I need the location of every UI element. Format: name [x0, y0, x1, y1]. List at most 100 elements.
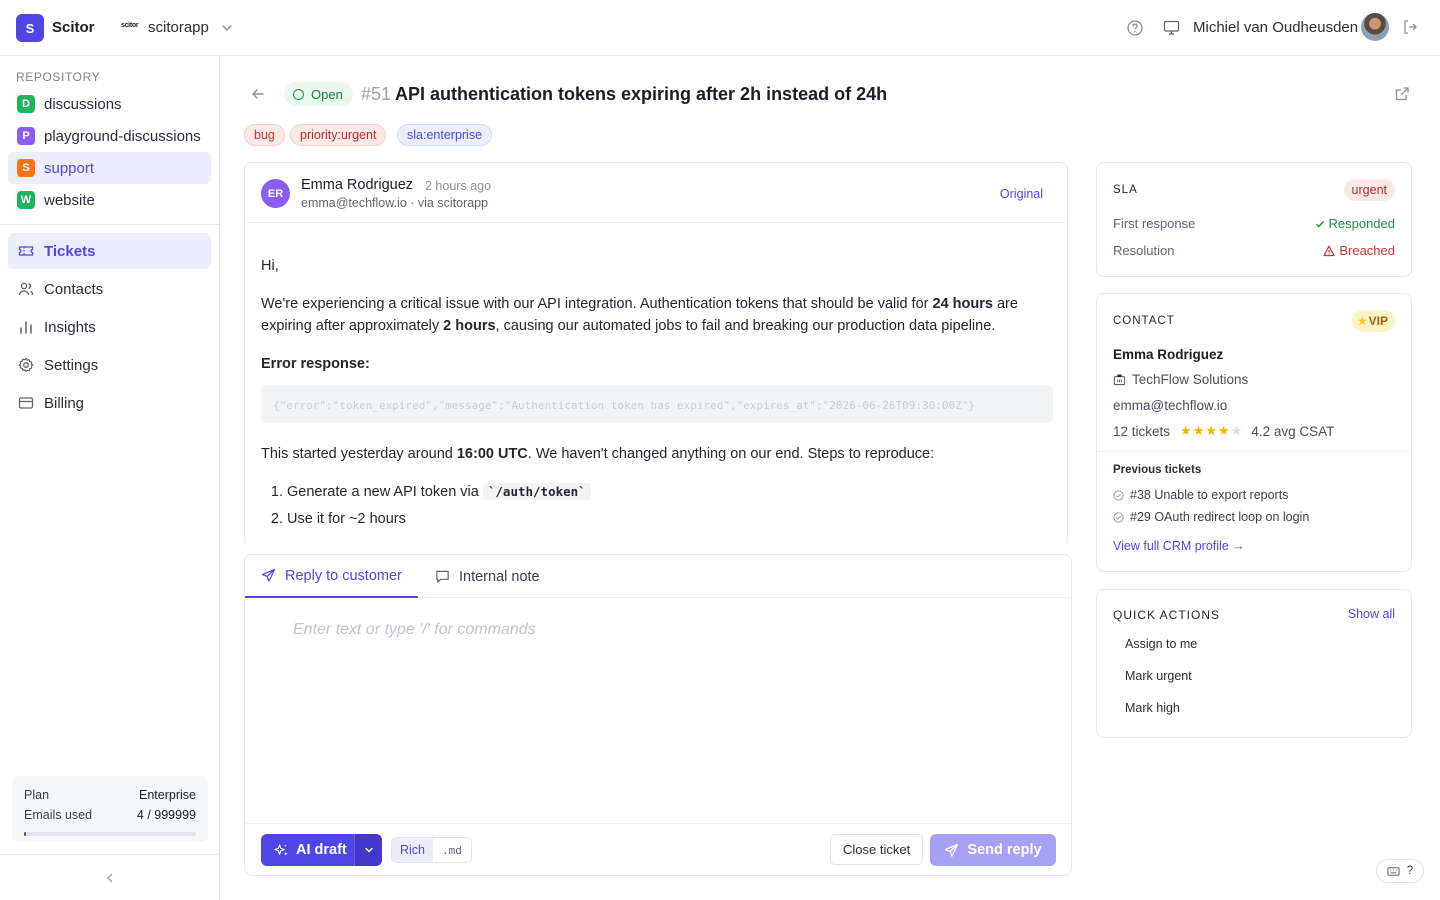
message-body: Hi, We're experiencing a critical issue … [261, 255, 1053, 535]
sidebar-repo-support[interactable]: S support [8, 152, 211, 184]
close-ticket-button[interactable]: Close ticket [830, 834, 924, 865]
avatar[interactable] [1361, 13, 1389, 41]
tab-internal-note[interactable]: Internal note [435, 555, 540, 598]
message-header: ER Emma Rodriguez 2 hours ago emma@techf… [245, 163, 1067, 223]
quick-actions-panel: QUICK ACTIONS Show all Assign to me Mark… [1096, 589, 1412, 738]
emails-used-value: 4 / 999999 [136, 808, 196, 822]
nav-label: Billing [44, 394, 85, 412]
status-badge[interactable]: Open [284, 82, 353, 106]
ticket-icon [17, 242, 35, 260]
quick-actions-title: QUICK ACTIONS [1113, 608, 1221, 622]
divider [0, 854, 219, 855]
users-icon [17, 280, 35, 298]
quick-action-assign-to-me[interactable]: Assign to me [1125, 637, 1197, 651]
reply-editor[interactable]: Enter text or type '/' for commands [293, 621, 536, 639]
external-link-icon[interactable] [1394, 86, 1410, 102]
user-name[interactable]: Michiel van Oudheusden [1193, 19, 1358, 36]
send-reply-button[interactable]: Send reply [930, 834, 1056, 866]
star-filled-icon: ★ [1180, 423, 1192, 438]
reply-tabs: Reply to customer Internal note [245, 555, 1071, 598]
paragraph: We're experiencing a critical issue with… [261, 296, 1018, 334]
repo-badge: W [17, 191, 35, 209]
rating-stars: ★ ★ ★ ★ ★ [1180, 423, 1243, 439]
nav-label: Tickets [44, 242, 96, 260]
sla-title: SLA [1113, 184, 1138, 196]
sidebar-item-contacts[interactable]: Contacts [8, 271, 211, 307]
star-icon: ★ [1356, 314, 1368, 328]
bar-chart-icon [17, 318, 35, 336]
app-logo[interactable]: S [16, 14, 44, 42]
org-logo: scitor [121, 22, 139, 29]
previous-tickets-title: Previous tickets [1113, 464, 1202, 476]
show-all-link[interactable]: Show all [1348, 607, 1395, 621]
view-original-link[interactable]: Original [1000, 187, 1043, 201]
sidebar-item-billing[interactable]: Billing [8, 385, 211, 421]
quick-action-mark-high[interactable]: Mark high [1125, 701, 1180, 715]
sidebar-repo-website[interactable]: W website [8, 184, 211, 216]
contact-email[interactable]: emma@techflow.io [1113, 398, 1227, 413]
send-icon [944, 843, 967, 858]
ai-draft-dropdown-button[interactable] [354, 834, 382, 866]
sparkles-icon [274, 843, 296, 858]
usage-progress-fill [24, 832, 26, 836]
plan-usage-box: Plan Enterprise Emails used 4 / 999999 [12, 776, 208, 842]
ai-draft-button[interactable]: AI draft [261, 834, 354, 866]
collapse-sidebar-icon[interactable] [103, 871, 117, 885]
code-block: {"error":"token_expired","message":"Auth… [261, 385, 1053, 423]
contact-name[interactable]: Emma Rodriguez [1113, 347, 1223, 362]
logout-icon[interactable] [1402, 19, 1418, 35]
top-bar: S Scitor scitor scitorapp Michiel van Ou… [0, 0, 1440, 56]
page-title: API authentication tokens expiring after… [395, 84, 888, 104]
view-crm-profile-link[interactable]: View full CRM profile → [1113, 539, 1245, 553]
author-email: emma@techflow.io · via scitorapp [301, 196, 489, 210]
plan-label: Plan [24, 788, 50, 802]
repo-label: discussions [44, 95, 122, 113]
repo-badge: S [17, 159, 35, 177]
repo-badge: D [17, 95, 35, 113]
csat-score: 4.2 avg CSAT [1251, 423, 1335, 439]
help-icon[interactable] [1127, 20, 1143, 36]
sidebar-repo-playground-discussions[interactable]: P playground-discussions [8, 120, 211, 152]
emails-used-label: Emails used [24, 808, 93, 822]
back-arrow-icon[interactable] [250, 86, 266, 102]
keyboard-shortcuts-button[interactable]: ? [1376, 859, 1424, 883]
star-filled-icon: ★ [1205, 423, 1217, 438]
org-switcher[interactable]: scitorapp [148, 19, 209, 36]
previous-ticket-item[interactable]: #38 Unable to export reports [1113, 488, 1288, 502]
sidebar-item-insights[interactable]: Insights [8, 309, 211, 345]
author-avatar: ER [261, 179, 290, 208]
gear-icon [17, 356, 35, 374]
app-name[interactable]: Scitor [52, 19, 95, 36]
sidebar-item-settings[interactable]: Settings [8, 347, 211, 383]
star-empty-icon: ★ [1230, 423, 1243, 438]
chevron-down-icon[interactable] [220, 21, 234, 35]
sidebar-item-tickets[interactable]: Tickets [8, 233, 211, 269]
sidebar-repo-discussions[interactable]: D discussions [8, 88, 211, 120]
message-card: ER Emma Rodriguez 2 hours ago emma@techf… [244, 162, 1068, 542]
list-item: Generate a new API token via `/auth/toke… [287, 481, 1053, 503]
previous-ticket-item[interactable]: #29 OAuth redirect loop on login [1113, 510, 1309, 524]
sla-resolution-status: Breached [1323, 243, 1395, 258]
message-timestamp: 2 hours ago [425, 179, 492, 193]
repo-label: playground-discussions [44, 127, 201, 145]
author-name[interactable]: Emma Rodriguez [301, 177, 413, 193]
sla-resolution-label: Resolution [1113, 243, 1175, 258]
sla-first-response-row: First response Responded [1113, 216, 1395, 231]
nav-label: Contacts [44, 280, 104, 298]
tag-sla[interactable]: sla:enterprise [397, 124, 493, 146]
divider [0, 224, 219, 225]
tab-reply-to-customer[interactable]: Reply to customer [245, 555, 418, 598]
chevron-down-icon [363, 844, 375, 856]
greeting: Hi, [261, 258, 279, 274]
tag-bug[interactable]: bug [244, 124, 285, 146]
format-rich-option[interactable]: Rich [392, 838, 434, 862]
quick-action-mark-urgent[interactable]: Mark urgent [1125, 669, 1192, 683]
reply-composer: Reply to customer Internal note Enter te… [244, 554, 1072, 876]
check-icon [1315, 219, 1329, 229]
format-markdown-option[interactable]: .md [433, 838, 471, 862]
building-icon [1113, 373, 1132, 386]
check-circle-icon [1113, 489, 1130, 501]
tag-priority[interactable]: priority:urgent [290, 124, 387, 146]
monitor-icon[interactable] [1163, 19, 1180, 36]
contact-company: TechFlow Solutions [1113, 372, 1248, 387]
